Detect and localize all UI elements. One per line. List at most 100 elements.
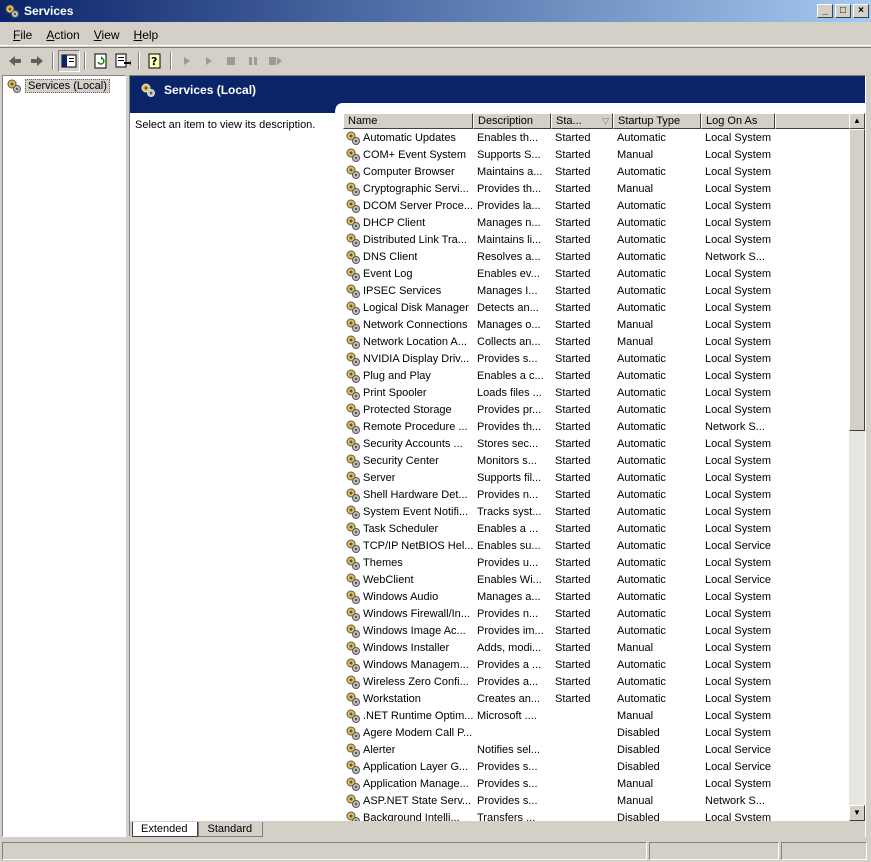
service-status: Started: [555, 301, 591, 314]
service-status: Started: [555, 267, 591, 280]
table-row[interactable]: DNS Client Resolves a... Started Automatic N…: [343, 248, 865, 265]
menu-help[interactable]: Help: [127, 26, 166, 44]
table-row[interactable]: Protected Storage Provides pr... Started Au…: [343, 401, 865, 418]
table-row[interactable]: Security Accounts ... Stores sec... Starte…: [343, 435, 865, 452]
show-hide-tree-button[interactable]: [58, 49, 80, 72]
table-row[interactable]: Security Center Monitors s... Started Autom…: [343, 452, 865, 469]
table-row[interactable]: Workstation Creates an... Started Automatic…: [343, 690, 865, 707]
service-startup-type: Automatic: [617, 488, 666, 501]
tree-item-services-local[interactable]: Services (Local): [6, 78, 125, 94]
tab-standard[interactable]: Standard: [198, 822, 264, 837]
back-button[interactable]: [4, 50, 26, 72]
service-startup-type: Automatic: [617, 590, 666, 603]
table-row[interactable]: IPSEC Services Manages I... Started Automat…: [343, 282, 865, 299]
refresh-button[interactable]: [90, 50, 112, 72]
service-startup-type: Automatic: [617, 233, 666, 246]
service-gear-icon: [346, 369, 360, 383]
forward-button[interactable]: [26, 50, 48, 72]
service-startup-type: Automatic: [617, 505, 666, 518]
table-row[interactable]: Server Supports fil... Started Automatic Loc…: [343, 469, 865, 486]
table-row[interactable]: Windows Audio Manages a... Started Automati…: [343, 588, 865, 605]
service-status: Started: [555, 148, 591, 161]
table-row[interactable]: Agere Modem Call P... Disabled Local Syste…: [343, 724, 865, 741]
table-row[interactable]: Alerter Notifies sel... Disabled Local Serv…: [343, 741, 865, 758]
service-description: Manages a...: [477, 590, 541, 603]
service-name-label: Workstation: [363, 692, 421, 705]
table-row[interactable]: ASP.NET State Serv... Provides s... Manual…: [343, 792, 865, 809]
column-header-name[interactable]: Name: [343, 113, 473, 129]
table-row[interactable]: Windows Image Ac... Provides im... Started…: [343, 622, 865, 639]
service-startup-type: Disabled: [617, 726, 660, 739]
table-row[interactable]: Application Layer G... Provides s... Disab…: [343, 758, 865, 775]
service-description: Maintains a...: [477, 165, 543, 178]
start-service-alt-button[interactable]: [198, 50, 220, 72]
service-description: Stores sec...: [477, 437, 539, 450]
service-gear-icon: [346, 131, 360, 145]
maximize-button[interactable]: □: [835, 4, 851, 18]
menu-file[interactable]: File: [6, 26, 39, 44]
table-row[interactable]: Computer Browser Maintains a... Started Aut…: [343, 163, 865, 180]
table-row[interactable]: Background Intelli... Transfers ... Disabl…: [343, 809, 865, 821]
pause-service-button[interactable]: [242, 50, 264, 72]
restart-service-button[interactable]: [264, 50, 286, 72]
table-row[interactable]: DHCP Client Manages n... Started Automatic L…: [343, 214, 865, 231]
table-row[interactable]: .NET Runtime Optim... Microsoft .... Manua…: [343, 707, 865, 724]
help-button[interactable]: ?: [144, 50, 166, 72]
column-header-description[interactable]: Description: [473, 113, 551, 129]
table-row[interactable]: Task Scheduler Enables a ... Started Automa…: [343, 520, 865, 537]
table-row[interactable]: Themes Provides u... Started Automatic Local…: [343, 554, 865, 571]
table-row[interactable]: COM+ Event System Supports S... Started Man…: [343, 146, 865, 163]
table-row[interactable]: DCOM Server Proce... Provides la... Starte…: [343, 197, 865, 214]
service-name: Network Connections: [343, 317, 473, 333]
service-log-on-as: Local Service: [705, 573, 772, 586]
status-bar: [0, 840, 871, 862]
service-name: Windows Managem...: [343, 657, 473, 673]
column-header-startup-type[interactable]: Startup Type: [613, 113, 701, 129]
menu-action[interactable]: Action: [39, 26, 86, 44]
service-log-on-as: Local System: [705, 522, 772, 535]
column-header-log-on-as[interactable]: Log On As: [701, 113, 775, 129]
table-row[interactable]: Event Log Enables ev... Started Automatic Lo…: [343, 265, 865, 282]
column-header-status[interactable]: Sta... ▽: [551, 113, 613, 129]
close-button[interactable]: ×: [853, 4, 869, 18]
scroll-up-arrow-icon[interactable]: ▲: [849, 113, 865, 129]
vertical-scrollbar[interactable]: ▲ ▼: [849, 113, 865, 821]
scroll-down-arrow-icon[interactable]: ▼: [849, 805, 865, 821]
table-row[interactable]: Application Manage... Provides s... Manual…: [343, 775, 865, 792]
service-log-on-as: Local System: [705, 556, 772, 569]
minimize-button[interactable]: _: [817, 4, 833, 18]
table-row[interactable]: Network Connections Manages o... Started Ma…: [343, 316, 865, 333]
stop-service-button[interactable]: [220, 50, 242, 72]
table-row[interactable]: Plug and Play Enables a c... Started Automa…: [343, 367, 865, 384]
service-description: Loads files ...: [477, 386, 542, 399]
table-row[interactable]: Automatic Updates Enables th... Started Aut…: [343, 129, 865, 146]
table-row[interactable]: TCP/IP NetBIOS Hel... Enables su... Starte…: [343, 537, 865, 554]
table-row[interactable]: Remote Procedure ... Provides th... Starte…: [343, 418, 865, 435]
scroll-thumb[interactable]: [849, 129, 865, 431]
table-row[interactable]: Logical Disk Manager Detects an... Started…: [343, 299, 865, 316]
table-row[interactable]: Windows Managem... Provides a ... Started A…: [343, 656, 865, 673]
table-row[interactable]: System Event Notifi... Tracks syst... Star…: [343, 503, 865, 520]
service-description: Provides s...: [477, 760, 538, 773]
table-row[interactable]: Cryptographic Servi... Provides th... Star…: [343, 180, 865, 197]
export-list-button[interactable]: [112, 50, 134, 72]
table-row[interactable]: Shell Hardware Det... Provides n... Starte…: [343, 486, 865, 503]
table-row[interactable]: Wireless Zero Confi... Provides a... Start…: [343, 673, 865, 690]
service-description: Enables th...: [477, 131, 539, 144]
table-row[interactable]: WebClient Enables Wi... Started Automatic Lo…: [343, 571, 865, 588]
service-log-on-as: Local System: [705, 199, 772, 212]
service-startup-type: Manual: [617, 148, 654, 161]
service-log-on-as: Local System: [705, 284, 772, 297]
service-status: Started: [555, 692, 591, 705]
table-row[interactable]: Network Location A... Collects an... Start…: [343, 333, 865, 350]
tab-extended[interactable]: Extended: [132, 822, 199, 837]
table-row[interactable]: Windows Installer Adds, modi... Started Man…: [343, 639, 865, 656]
start-service-button[interactable]: [176, 50, 198, 72]
menu-view[interactable]: View: [87, 26, 127, 44]
service-description: Enables su...: [477, 539, 541, 552]
table-row[interactable]: Windows Firewall/In... Provides n... Start…: [343, 605, 865, 622]
table-row[interactable]: Print Spooler Loads files ... Started Autom…: [343, 384, 865, 401]
service-gear-icon: [346, 216, 360, 230]
table-row[interactable]: NVIDIA Display Driv... Provides s... Start…: [343, 350, 865, 367]
table-row[interactable]: Distributed Link Tra... Maintains li... St…: [343, 231, 865, 248]
